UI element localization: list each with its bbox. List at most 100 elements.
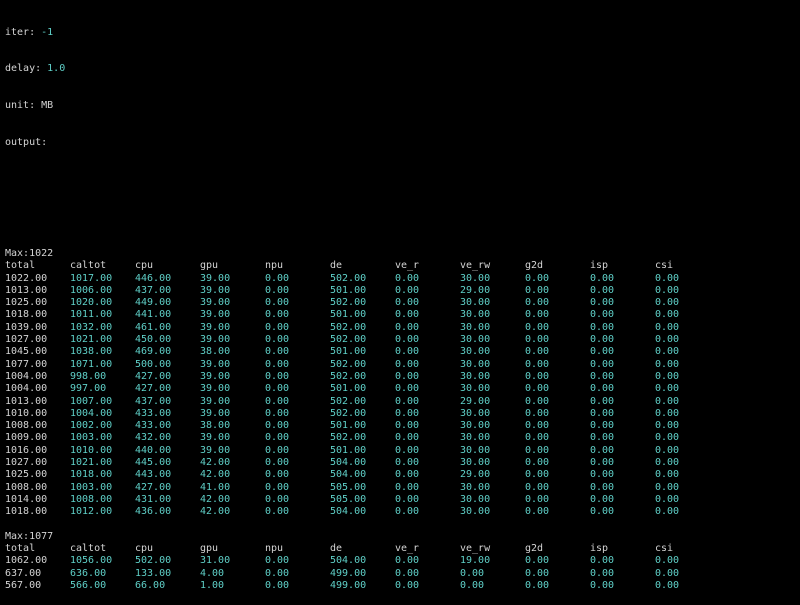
cell-npu: 0.00: [265, 383, 290, 395]
cell-g2d: 0.00: [525, 420, 550, 432]
cell-de: 502.00: [330, 358, 367, 370]
cell-isp: 0.00: [590, 395, 615, 407]
cell-ve_rw: 30.00: [460, 309, 491, 321]
cell-ve_r: 0.00: [395, 407, 420, 419]
cell-ve_r: 0.00: [395, 321, 420, 333]
cell-caltot: 1002.00: [70, 420, 113, 432]
cell-g2d: 0.00: [525, 395, 550, 407]
cell-ve_r: 0.00: [395, 284, 420, 296]
cell-caltot: 636.00: [70, 567, 107, 579]
cell-ve_rw: 30.00: [460, 481, 491, 493]
cell-cpu: 432.00: [135, 432, 172, 444]
cell-gpu: 39.00: [200, 358, 231, 370]
cell-npu: 0.00: [265, 432, 290, 444]
cell-cpu: 133.00: [135, 567, 172, 579]
cell-gpu: 39.00: [200, 407, 231, 419]
config-value: -1: [41, 26, 54, 38]
cell-csi: 0.00: [655, 346, 680, 358]
cell-total: 1025.00: [5, 297, 48, 309]
cell-g2d: 0.00: [525, 407, 550, 419]
cell-npu: 0.00: [265, 444, 290, 456]
cell-ve_rw: 29.00: [460, 395, 491, 407]
config-key: unit:: [5, 100, 36, 112]
cell-gpu: 41.00: [200, 481, 231, 493]
terminal-output[interactable]: iter: -1 delay: 1.0 unit: MB output: Max…: [5, 2, 795, 605]
cell-isp: 0.00: [590, 567, 615, 579]
cell-caltot: 1003.00: [70, 432, 113, 444]
cell-cpu: 427.00: [135, 383, 172, 395]
cell-de: 502.00: [330, 407, 367, 419]
cell-isp: 0.00: [590, 432, 615, 444]
cell-isp: 0.00: [590, 456, 615, 468]
cell-caltot: 1008.00: [70, 493, 113, 505]
cell-caltot: 1003.00: [70, 481, 113, 493]
cell-csi: 0.00: [655, 506, 680, 518]
table-row: 567.00 566.00 66.00 1.00 0.00 499.00 0.00 0.00 0…: [5, 580, 795, 592]
column-header-caltot: caltot: [70, 260, 107, 272]
cell-cpu: 440.00: [135, 444, 172, 456]
column-header-csi: csi: [655, 543, 674, 555]
cell-csi: 0.00: [655, 444, 680, 456]
cell-npu: 0.00: [265, 493, 290, 505]
cell-cpu: 443.00: [135, 469, 172, 481]
cell-cpu: 436.00: [135, 506, 172, 518]
cell-g2d: 0.00: [525, 370, 550, 382]
cell-g2d: 0.00: [525, 284, 550, 296]
cell-cpu: 433.00: [135, 407, 172, 419]
cell-csi: 0.00: [655, 579, 680, 591]
cell-g2d: 0.00: [525, 555, 550, 567]
cell-de: 499.00: [330, 579, 367, 591]
cell-g2d: 0.00: [525, 444, 550, 456]
cell-ve_rw: 30.00: [460, 272, 491, 284]
cell-ve_r: 0.00: [395, 555, 420, 567]
table-row: 1027.00 1021.00 450.00 39.00 0.00 502.00 0.00 3…: [5, 334, 795, 346]
table-row: 637.00 636.00 133.00 4.00 0.00 499.00 0.00 0.00…: [5, 568, 795, 580]
cell-total: 1018.00: [5, 309, 48, 321]
cell-gpu: 39.00: [200, 309, 231, 321]
table-row: 1008.00 1003.00 427.00 41.00 0.00 505.00 0.00 3…: [5, 482, 795, 494]
cell-gpu: 39.00: [200, 321, 231, 333]
cell-total: 1008.00: [5, 481, 48, 493]
cell-caltot: 1021.00: [70, 456, 113, 468]
cell-g2d: 0.00: [525, 456, 550, 468]
cell-gpu: 42.00: [200, 456, 231, 468]
cell-csi: 0.00: [655, 383, 680, 395]
cell-total: 1009.00: [5, 432, 48, 444]
cell-csi: 0.00: [655, 481, 680, 493]
cell-cpu: 445.00: [135, 456, 172, 468]
column-header-gpu: gpu: [200, 260, 219, 272]
cell-de: 502.00: [330, 272, 367, 284]
cell-gpu: 1.00: [200, 579, 225, 591]
table-row: 1013.00 1006.00 437.00 39.00 0.00 501.00 0.00 2…: [5, 285, 795, 297]
column-header-total: total: [5, 543, 36, 555]
max-label: Max:1077: [5, 530, 54, 542]
cell-csi: 0.00: [655, 493, 680, 505]
cell-ve_rw: 30.00: [460, 321, 491, 333]
cell-ve_r: 0.00: [395, 370, 420, 382]
cell-csi: 0.00: [655, 272, 680, 284]
cell-isp: 0.00: [590, 370, 615, 382]
column-header-ve_r: ve_r: [395, 260, 420, 272]
cell-gpu: 31.00: [200, 555, 231, 567]
column-header-npu: npu: [265, 260, 284, 272]
cell-ve_r: 0.00: [395, 334, 420, 346]
cell-de: 501.00: [330, 346, 367, 358]
cell-ve_r: 0.00: [395, 420, 420, 432]
column-header-gpu: gpu: [200, 543, 219, 555]
cell-de: 501.00: [330, 309, 367, 321]
column-header-ve_r: ve_r: [395, 543, 420, 555]
table-row: 1018.00 1012.00 436.00 42.00 0.00 504.00 0.00 3…: [5, 506, 795, 518]
cell-npu: 0.00: [265, 469, 290, 481]
cell-g2d: 0.00: [525, 469, 550, 481]
cell-isp: 0.00: [590, 420, 615, 432]
cell-de: 504.00: [330, 555, 367, 567]
cell-total: 1013.00: [5, 395, 48, 407]
cell-csi: 0.00: [655, 358, 680, 370]
cell-cpu: 461.00: [135, 321, 172, 333]
table-row: 1077.00 1071.00 500.00 39.00 0.00 502.00 0.00 3…: [5, 359, 795, 371]
cell-caltot: 1071.00: [70, 358, 113, 370]
cell-ve_rw: 30.00: [460, 420, 491, 432]
cell-isp: 0.00: [590, 358, 615, 370]
cell-cpu: 441.00: [135, 309, 172, 321]
